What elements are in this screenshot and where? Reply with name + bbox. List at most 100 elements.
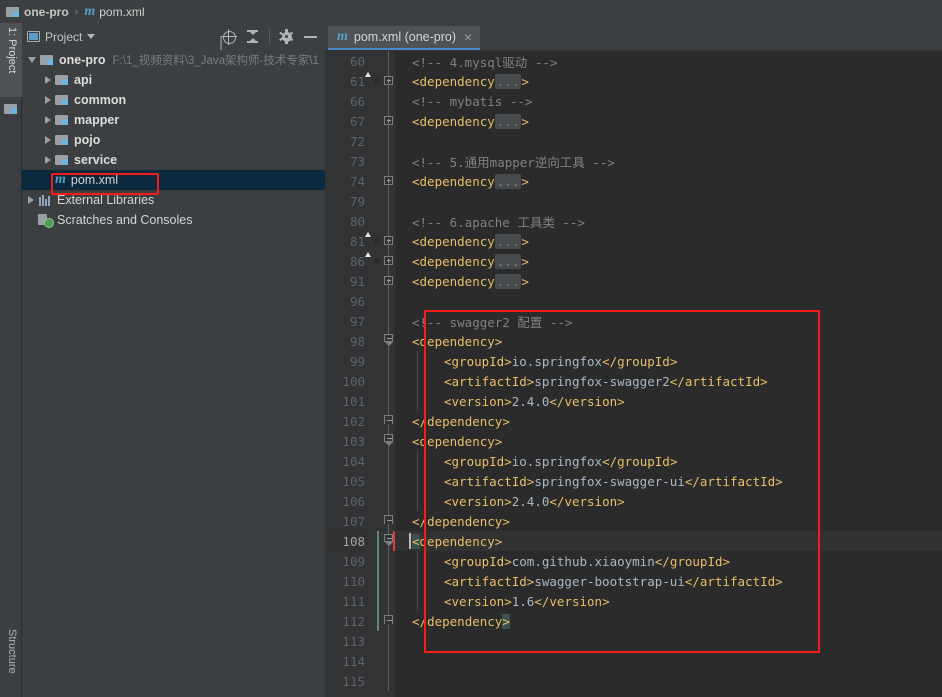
tree-row[interactable]: one-pro F:\1_视频资料\3_Java架构师-技术专家\1: [22, 50, 325, 70]
code-line[interactable]: 99 <groupId>io.springfox</groupId>: [325, 351, 942, 371]
code-line[interactable]: 103 <dependency>: [325, 431, 942, 451]
code-line[interactable]: 102 </dependency>: [325, 411, 942, 431]
code-line-content[interactable]: [395, 671, 942, 691]
code-line-content[interactable]: <artifactId>swagger-bootstrap-ui</artifa…: [395, 571, 942, 591]
code-line-content[interactable]: <dependency... >: [395, 271, 942, 291]
sidebar-item-project[interactable]: 1: Project: [0, 23, 22, 97]
code-line[interactable]: 113: [325, 631, 942, 651]
tree-row[interactable]: api: [22, 70, 325, 90]
code-line[interactable]: 101 <version>2.4.0</version>: [325, 391, 942, 411]
code-line-content[interactable]: <!-- swagger2 配置 -->: [395, 311, 942, 331]
chevron-down-icon[interactable]: [28, 57, 36, 63]
code-line[interactable]: 104 <groupId>io.springfox</groupId>: [325, 451, 942, 471]
code-line-content[interactable]: <dependency... >: [395, 231, 942, 251]
maven-update-icon[interactable]: [370, 254, 384, 268]
code-line[interactable]: 73 <!-- 5.通用mapper逆向工具 -->: [325, 151, 942, 171]
fold-end-icon[interactable]: [384, 415, 393, 424]
code-line-content[interactable]: [395, 131, 942, 151]
code-line-content[interactable]: <groupId>io.springfox</groupId>: [395, 451, 942, 471]
code-line[interactable]: 109 <groupId>com.github.xiaoymin</groupId…: [325, 551, 942, 571]
fold-collapse-icon[interactable]: [384, 334, 393, 346]
project-view-selector[interactable]: Project: [27, 30, 96, 44]
code-line[interactable]: 105 <artifactId>springfox-swagger-ui</art…: [325, 471, 942, 491]
code-line[interactable]: 60 <!-- 4.mysql驱动 -->: [325, 51, 942, 71]
maven-update-icon[interactable]: [370, 234, 384, 248]
code-line[interactable]: 112 </dependency>: [325, 611, 942, 631]
minimize-icon[interactable]: [303, 29, 318, 44]
code-line-content[interactable]: <dependency... >: [395, 171, 942, 191]
code-line[interactable]: 97 <!-- swagger2 配置 -->: [325, 311, 942, 331]
chevron-right-icon[interactable]: [45, 156, 51, 164]
code-line-content[interactable]: [395, 631, 942, 651]
code-line[interactable]: 72: [325, 131, 942, 151]
code-editor[interactable]: 60 <!-- 4.mysql驱动 --> 61 <dependency... >66 <…: [325, 51, 942, 697]
code-line-content[interactable]: [395, 291, 942, 311]
maven-update-icon[interactable]: [370, 74, 384, 88]
code-line[interactable]: 108 <dependency>: [325, 531, 942, 551]
code-line-content[interactable]: <groupId>com.github.xiaoymin</groupId>: [395, 551, 942, 571]
code-line-content[interactable]: <dependency>: [395, 531, 942, 551]
code-line-content[interactable]: </dependency>: [395, 411, 942, 431]
code-line-content[interactable]: <!-- 5.通用mapper逆向工具 -->: [395, 151, 942, 171]
code-line-content[interactable]: <version>1.6</version>: [395, 591, 942, 611]
chevron-right-icon[interactable]: [28, 196, 34, 204]
code-line[interactable]: 115: [325, 671, 942, 691]
code-line[interactable]: 114: [325, 651, 942, 671]
code-line-content[interactable]: <artifactId>springfox-swagger2</artifact…: [395, 371, 942, 391]
code-line[interactable]: 110 <artifactId>swagger-bootstrap-ui</art…: [325, 571, 942, 591]
tree-row[interactable]: mapper: [22, 110, 325, 130]
code-line[interactable]: 74 <dependency... >: [325, 171, 942, 191]
fold-expand-icon[interactable]: [384, 236, 393, 245]
tree-row[interactable]: Scratches and Consoles: [22, 210, 325, 230]
code-line-content[interactable]: <!-- 4.mysql驱动 -->: [395, 51, 942, 71]
code-line[interactable]: 67 <dependency... >: [325, 111, 942, 131]
chevron-right-icon[interactable]: [45, 136, 51, 144]
code-line[interactable]: 66 <!-- mybatis -->: [325, 91, 942, 111]
code-line[interactable]: 111 <version>1.6</version>: [325, 591, 942, 611]
sidebar-item-structure[interactable]: Structure: [0, 625, 22, 697]
tree-row[interactable]: External Libraries: [22, 190, 325, 210]
fold-expand-icon[interactable]: [384, 116, 393, 125]
code-line-content[interactable]: <artifactId>springfox-swagger-ui</artifa…: [395, 471, 942, 491]
fold-expand-icon[interactable]: [384, 256, 393, 265]
fold-end-icon[interactable]: [384, 615, 393, 624]
code-line-content[interactable]: <dependency... >: [395, 251, 942, 271]
fold-collapse-icon[interactable]: [384, 434, 393, 446]
code-line-content[interactable]: <!-- mybatis -->: [395, 91, 942, 111]
code-lines[interactable]: 60 <!-- 4.mysql驱动 --> 61 <dependency... >66 <…: [325, 51, 942, 697]
code-line-content[interactable]: [395, 651, 942, 671]
tab-pom-xml[interactable]: m pom.xml (one-pro) ×: [328, 26, 481, 51]
chevron-right-icon[interactable]: [45, 96, 51, 104]
code-line-content[interactable]: <version>2.4.0</version>: [395, 491, 942, 511]
code-line-content[interactable]: </dependency>: [395, 511, 942, 531]
tree-row[interactable]: service: [22, 150, 325, 170]
code-line-content[interactable]: <dependency... >: [395, 111, 942, 131]
locate-target-icon[interactable]: [220, 28, 237, 45]
code-line-content[interactable]: <!-- 6.apache 工具类 -->: [395, 211, 942, 231]
close-icon[interactable]: ×: [464, 30, 472, 44]
project-tree[interactable]: one-pro F:\1_视频资料\3_Java架构师-技术专家\1 api comm…: [22, 50, 325, 697]
breadcrumb-file[interactable]: m pom.xml: [84, 4, 144, 20]
code-line[interactable]: 86 <dependency... >: [325, 251, 942, 271]
code-line-content[interactable]: <dependency>: [395, 331, 942, 351]
code-line-content[interactable]: <dependency>: [395, 431, 942, 451]
code-line-content[interactable]: </dependency>: [395, 611, 942, 631]
code-line[interactable]: 100 <artifactId>springfox-swagger2</artif…: [325, 371, 942, 391]
code-line[interactable]: 61 <dependency... >: [325, 71, 942, 91]
code-line[interactable]: 96: [325, 291, 942, 311]
chevron-right-icon[interactable]: [45, 76, 51, 84]
code-line-content[interactable]: [395, 191, 942, 211]
fold-expand-icon[interactable]: [384, 176, 393, 185]
tree-row[interactable]: m pom.xml: [22, 170, 325, 190]
code-line-content[interactable]: <dependency... >: [395, 71, 942, 91]
code-line[interactable]: 81 <dependency... >: [325, 231, 942, 251]
code-line-content[interactable]: <groupId>io.springfox</groupId>: [395, 351, 942, 371]
fold-end-icon[interactable]: [384, 515, 393, 524]
collapse-all-icon[interactable]: [245, 29, 260, 44]
code-line[interactable]: 106 <version>2.4.0</version>: [325, 491, 942, 511]
fold-expand-icon[interactable]: [384, 276, 393, 285]
code-line[interactable]: 91 <dependency... >: [325, 271, 942, 291]
gear-icon[interactable]: [279, 29, 294, 44]
chevron-right-icon[interactable]: [45, 116, 51, 124]
code-line[interactable]: 107 </dependency>: [325, 511, 942, 531]
